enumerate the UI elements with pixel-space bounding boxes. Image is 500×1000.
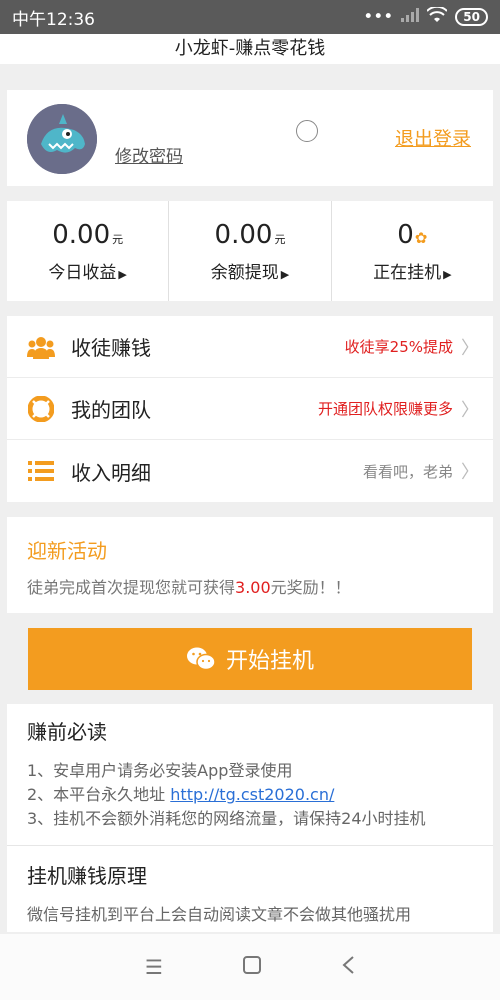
lifebuoy-icon [27, 395, 55, 423]
info-card: 赚前必读 1、安卓用户请务必安装App登录使用 2、本平台永久地址 http:/… [7, 704, 493, 932]
promo-text: 徒弟完成首次提现您就可获得3.00元奖励！！ [27, 574, 473, 598]
stat-label: 余额提现 [210, 262, 279, 283]
menu-list: 收徒赚钱 收徒享25%提成 〉 我的团队 开通团队权限赚更多 〉 收入明细 看看… [7, 316, 493, 502]
back-icon[interactable] [341, 955, 355, 980]
info-line-prefix: 2、本平台永久地址 [27, 785, 171, 804]
menu-hint: 收徒享25%提成 [344, 338, 453, 356]
chevron-right-icon: 〉 [461, 337, 479, 359]
info-section-title: 挂机赚钱原理 [27, 864, 147, 888]
menu-label: 收入明细 [71, 460, 151, 485]
stat-balance-withdraw[interactable]: 0.00 元 余额提现 ▶ [169, 201, 332, 301]
change-password-link[interactable]: 修改密码 [115, 142, 183, 167]
radio-button[interactable] [296, 120, 318, 142]
menu-item-team[interactable]: 我的团队 开通团队权限赚更多 〉 [7, 378, 493, 440]
caret-right-icon: ▶ [118, 267, 127, 281]
info-section-title: 赚前必读 [27, 720, 107, 744]
menu-item-recruit[interactable]: 收徒赚钱 收徒享25%提成 〉 [7, 316, 493, 378]
profile-card: 修改密码 退出登录 [7, 90, 493, 186]
status-icons: ••• 50 [363, 5, 488, 28]
caret-right-icon: ▶ [280, 267, 290, 281]
info-line: 2、本平台永久地址 http://tg.cst2020.cn/ [27, 783, 473, 807]
menu-item-income[interactable]: 收入明细 看看吧，老弟 〉 [7, 440, 493, 502]
stat-label: 正在挂机 [373, 262, 442, 283]
chevron-right-icon: 〉 [461, 462, 479, 483]
divider [7, 845, 493, 846]
users-icon [27, 333, 55, 361]
home-icon[interactable] [242, 955, 261, 979]
app-title: 小龙虾-赚点零花钱 [0, 34, 500, 64]
system-nav-bar: ☰ [0, 934, 500, 1000]
avatar[interactable] [27, 104, 97, 174]
logout-link[interactable]: 退出登录 [395, 124, 471, 151]
promo-card: 迎新活动 徒弟完成首次提现您就可获得3.00元奖励！！ [7, 517, 493, 613]
stat-value: 0.00 [52, 219, 111, 250]
list-icon [27, 457, 55, 485]
platform-url-link[interactable]: http://tg.cst2020.cn/ [170, 785, 334, 804]
promo-text-before: 徒弟完成首次提现您就可获得 [27, 578, 236, 597]
stat-label: 今日收益 [48, 262, 117, 283]
start-hosting-button[interactable]: 开始挂机 [28, 628, 472, 690]
menu-hint: 开通团队权限赚更多 [317, 400, 453, 418]
info-line: 微信号挂机到平台上会自动阅读文章不会做其他骚扰用 [27, 905, 412, 924]
stat-unit: 元 [274, 232, 286, 246]
info-line: 1、安卓用户请务必安装App登录使用 [27, 761, 293, 780]
more-dots-icon: ••• [363, 7, 394, 27]
chevron-right-icon: 〉 [461, 399, 479, 421]
stat-today-earnings[interactable]: 0.00 元 今日收益 ▶ [7, 201, 170, 301]
stat-hosting[interactable]: 0✿ 正在挂机 ▶ [332, 201, 493, 301]
start-button-label: 开始挂机 [225, 649, 314, 674]
wifi-icon [426, 5, 449, 28]
promo-title: 迎新活动 [27, 539, 107, 563]
signal-icon [401, 7, 420, 27]
gear-icon: ✿ [414, 228, 428, 247]
stat-unit: 元 [112, 232, 124, 246]
wechat-icon [186, 647, 216, 671]
stat-value: 0 [397, 219, 414, 250]
status-bar: 中午12:36 ••• 50 [0, 0, 500, 34]
monster-avatar-icon [27, 104, 97, 174]
promo-text-after: 元奖励！！ [270, 578, 351, 597]
menu-label: 我的团队 [71, 398, 151, 422]
info-line: 3、挂机不会额外消耗您的网络流量，请保持24小时挂机 [27, 809, 426, 828]
menu-icon[interactable]: ☰ [145, 955, 163, 979]
stats-panel: 0.00 元 今日收益 ▶ 0.00 元 余额提现 ▶ 0✿ 正在挂机 ▶ [7, 201, 493, 301]
battery-indicator: 50 [455, 8, 488, 26]
caret-right-icon: ▶ [443, 267, 452, 281]
status-time: 中午12:36 [12, 9, 95, 30]
menu-hint: 看看吧，老弟 [362, 462, 453, 481]
promo-amount: 3.00 [235, 578, 271, 597]
menu-label: 收徒赚钱 [71, 336, 151, 360]
stat-value: 0.00 [214, 219, 273, 250]
